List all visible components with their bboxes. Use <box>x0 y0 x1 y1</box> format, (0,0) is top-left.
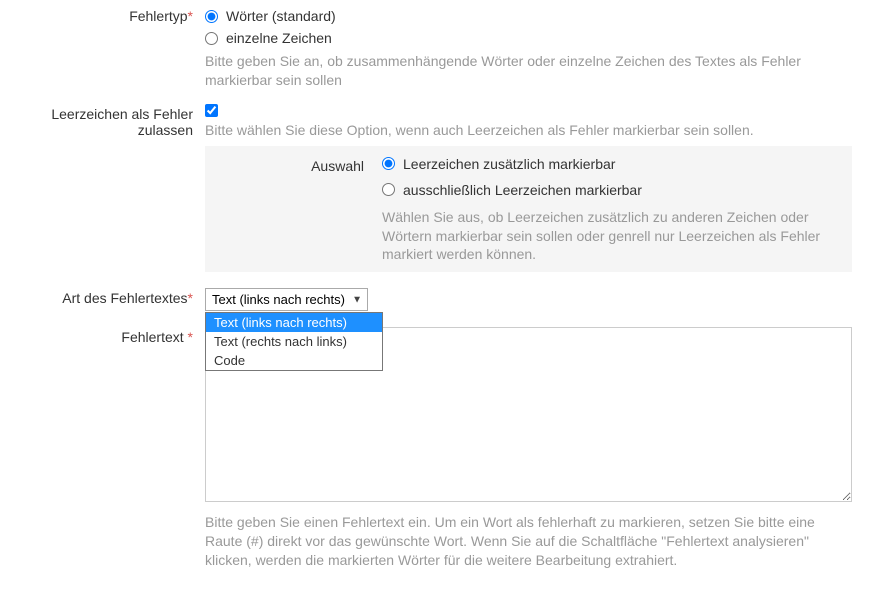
required-marker: * <box>188 290 193 306</box>
auswahl-radio-zus[interactable] <box>382 157 395 170</box>
leerzeichen-checkbox[interactable] <box>205 104 218 117</box>
leerzeichen-hint: Bitte wählen Sie diese Option, wenn auch… <box>205 121 852 140</box>
fehlertyp-label: Fehlertyp* <box>10 8 205 24</box>
art-select[interactable]: Text (links nach rechts) <box>205 288 368 311</box>
auswahl-radio-zus-label: Leerzeichen zusätzlich markierbar <box>403 156 615 172</box>
auswahl-radio-aus-label: ausschließlich Leerzeichen markierbar <box>403 182 642 198</box>
fehlertyp-radio-chars-label: einzelne Zeichen <box>226 30 332 46</box>
art-dropdown: Text (links nach rechts) Text (rechts na… <box>205 312 383 371</box>
fehlertyp-radio-words-label: Wörter (standard) <box>226 8 336 24</box>
fehlertyp-hint: Bitte geben Sie an, ob zusammenhängende … <box>205 52 852 90</box>
auswahl-radio-aus[interactable] <box>382 183 395 196</box>
leerzeichen-subpanel: Auswahl Leerzeichen zusätzlich markierba… <box>205 146 852 273</box>
art-option-2[interactable]: Code <box>206 351 382 370</box>
fehlertyp-radio-chars[interactable] <box>205 32 218 45</box>
art-option-1[interactable]: Text (rechts nach links) <box>206 332 382 351</box>
fehlertext-label: Fehlertext * <box>10 327 205 345</box>
required-marker: * <box>188 8 193 24</box>
fehlertext-hint: Bitte geben Sie einen Fehlertext ein. Um… <box>205 513 852 570</box>
auswahl-hint: Wählen Sie aus, ob Leerzeichen zusätzlic… <box>382 208 840 265</box>
required-marker: * <box>188 329 193 345</box>
fehlertyp-radio-words[interactable] <box>205 10 218 23</box>
art-option-0[interactable]: Text (links nach rechts) <box>206 313 382 332</box>
leerzeichen-label: Leerzeichen als Fehler zulassen <box>10 104 205 138</box>
auswahl-label: Auswahl <box>217 156 382 174</box>
art-label: Art des Fehlertextes* <box>10 288 205 306</box>
